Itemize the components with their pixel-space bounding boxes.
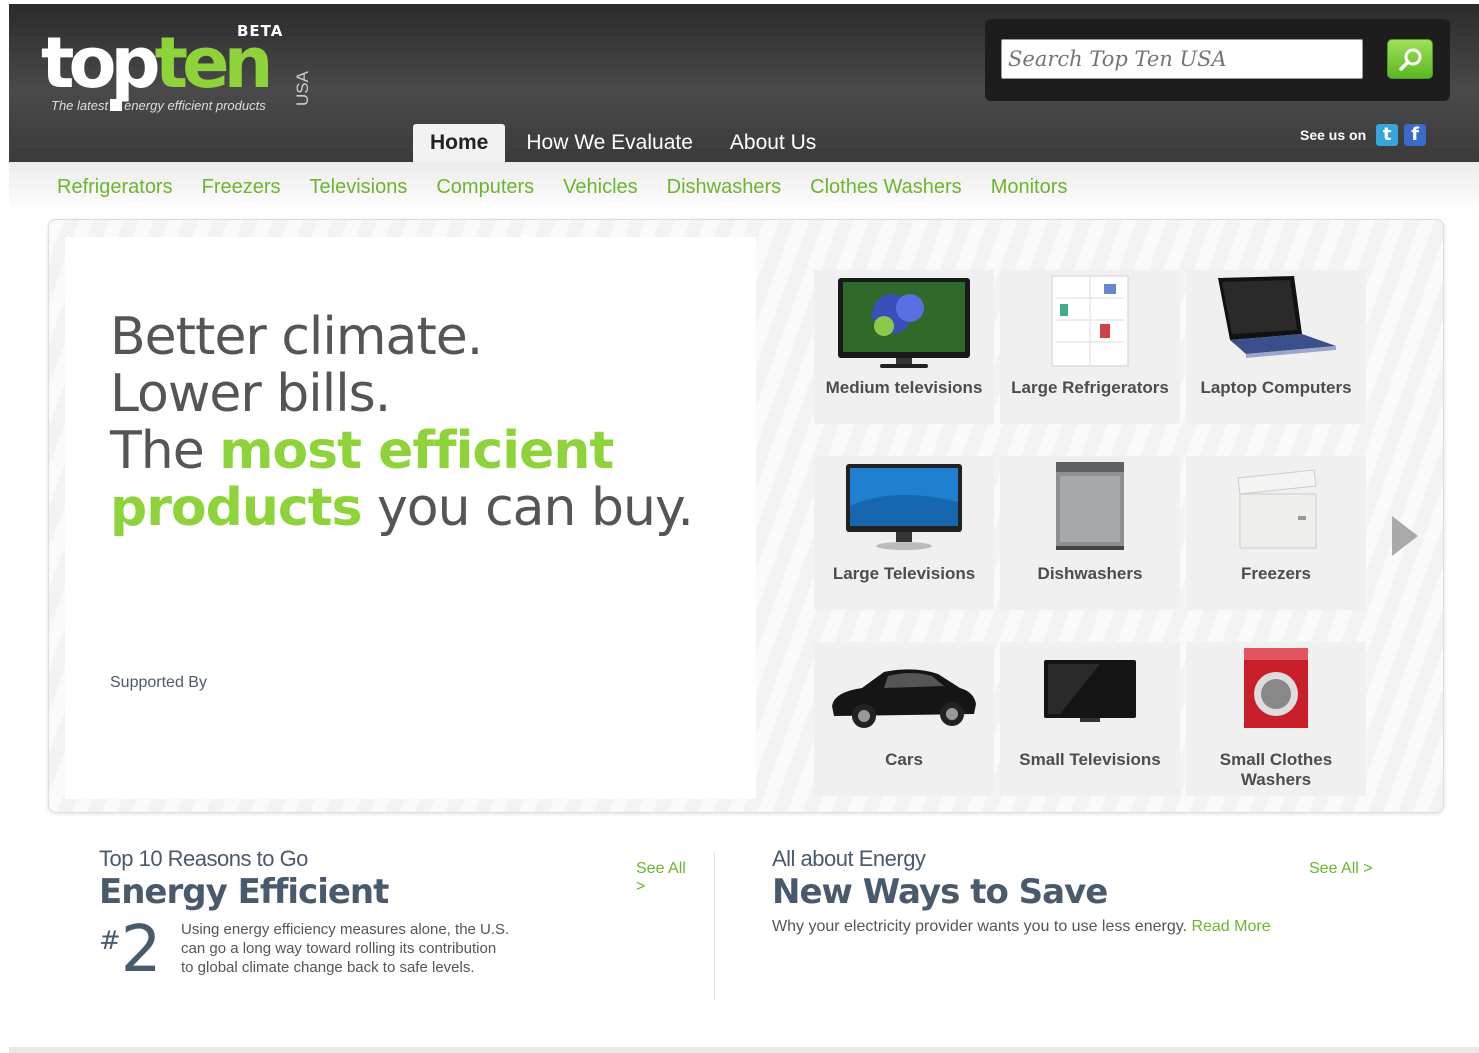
tile-label: Laptop Computers	[1200, 378, 1352, 397]
hero-message: Better climate. Lower bills. The most ef…	[65, 237, 756, 799]
energy-see-all-link[interactable]: See All >	[1309, 860, 1373, 878]
tagline-part-1: The latest	[51, 98, 109, 113]
washer-icon	[1244, 648, 1308, 728]
logo-wordmark: topten	[41, 28, 273, 98]
supported-by-label: Supported By	[110, 674, 207, 691]
headline-line-1: Better climate.	[110, 307, 483, 367]
tile-cars[interactable]: Cars	[814, 642, 994, 796]
headline-the: The	[110, 421, 220, 481]
dishwasher-icon	[1056, 462, 1124, 550]
reason-hash: #	[99, 926, 121, 956]
headline-line-2: Lower bills.	[110, 364, 391, 424]
headline-most-efficient: most efficient	[219, 421, 614, 481]
category-refrigerators[interactable]: Refrigerators	[57, 176, 173, 199]
category-vehicles[interactable]: Vehicles	[563, 176, 638, 199]
category-nav: Refrigerators Freezers Televisions Compu…	[9, 162, 1479, 214]
tile-label: Cars	[885, 750, 923, 769]
reasons-section: Top 10 Reasons to Go Energy Efficient Se…	[99, 846, 699, 1006]
logo-top: top	[41, 22, 161, 104]
tile-label: Large Refrigerators	[1011, 378, 1169, 397]
social-links: See us on t f	[1300, 120, 1427, 150]
read-more-link[interactable]: Read More	[1191, 918, 1270, 935]
tile-small-televisions[interactable]: Small Televisions	[1000, 642, 1180, 796]
category-freezers[interactable]: Freezers	[202, 176, 281, 199]
logo-ten: ten	[154, 22, 274, 104]
section-divider	[714, 852, 715, 1000]
tile-label: Small Televisions	[1019, 750, 1161, 769]
freezer-icon	[1237, 469, 1317, 549]
energy-kicker: All about Energy	[772, 846, 926, 871]
tile-laptop-computers[interactable]: Laptop Computers	[1186, 270, 1366, 424]
energy-description: Why your electricity provider wants you …	[772, 918, 1192, 935]
category-monitors[interactable]: Monitors	[991, 176, 1068, 199]
tagline-mark-icon	[110, 99, 123, 111]
tile-large-refrigerators[interactable]: Large Refrigerators	[1000, 270, 1180, 424]
topten-logo[interactable]: BETA topten USA The latest energy efficie…	[41, 20, 341, 120]
monitor-icon	[846, 464, 962, 550]
car-icon	[832, 669, 976, 728]
main-nav: Home How We Evaluate About Us	[413, 124, 832, 162]
energy-title: New Ways to Save	[772, 872, 1108, 912]
tile-large-televisions[interactable]: Large Televisions	[814, 456, 994, 610]
headline-line-3: The most efficient	[110, 423, 693, 480]
hero-headline: Better climate. Lower bills. The most ef…	[110, 307, 694, 538]
energy-section: All about Energy New Ways to Save See Al…	[772, 846, 1392, 966]
reason-number: #2	[99, 918, 162, 982]
tile-label: Medium televisions	[825, 378, 983, 397]
headline-products: products	[110, 478, 362, 538]
reason-text: Using energy efficiency measures alone, …	[181, 921, 510, 976]
logo-tagline: The latest energy efficient products	[51, 98, 266, 113]
social-label: See us on	[1300, 127, 1367, 143]
small-tv-icon	[1044, 660, 1136, 722]
tagline-part-2: energy efficient products	[124, 98, 266, 113]
tile-small-clothes-washers[interactable]: Small Clothes Washers	[1186, 642, 1366, 796]
laptop-icon	[1218, 276, 1336, 358]
reason-digit: 2	[120, 913, 162, 987]
headline-line-4: products you can buy.	[110, 478, 694, 538]
page: BETA topten USA The latest energy efficie…	[0, 0, 1479, 1053]
reasons-title: Energy Efficient	[99, 872, 389, 912]
headline-you-can-buy: you can buy.	[361, 478, 694, 538]
category-clothes-washers[interactable]: Clothes Washers	[810, 176, 962, 199]
site-header: BETA topten USA The latest energy efficie…	[9, 4, 1479, 162]
facebook-icon[interactable]: f	[1404, 124, 1427, 146]
search-button[interactable]	[1387, 39, 1433, 79]
footer-bar	[9, 1047, 1479, 1053]
reasons-kicker: Top 10 Reasons to Go	[99, 846, 308, 871]
tv-icon	[838, 278, 970, 368]
category-dishwashers[interactable]: Dishwashers	[667, 176, 781, 199]
category-televisions[interactable]: Televisions	[310, 176, 408, 199]
logo-usa: USA	[293, 71, 312, 106]
tab-about-us[interactable]: About Us	[714, 124, 832, 162]
tile-freezers[interactable]: Freezers	[1186, 456, 1366, 610]
tab-home[interactable]: Home	[413, 124, 506, 162]
reasons-see-all-link[interactable]: See All >	[636, 860, 699, 896]
tile-label: Freezers	[1241, 564, 1311, 583]
tile-label: Small Clothes Washers	[1219, 750, 1333, 789]
tile-label: Dishwashers	[1037, 564, 1143, 583]
search-icon	[1399, 48, 1422, 71]
twitter-icon[interactable]: t	[1376, 124, 1399, 146]
category-computers[interactable]: Computers	[436, 176, 534, 199]
tile-label: Large Televisions	[832, 564, 976, 583]
tile-dishwashers[interactable]: Dishwashers	[1000, 456, 1180, 610]
tile-medium-televisions[interactable]: Medium televisions	[814, 270, 994, 424]
tab-how-we-evaluate[interactable]: How We Evaluate	[510, 124, 709, 162]
refrigerator-icon	[1051, 275, 1129, 367]
energy-text: Why your electricity provider wants you …	[772, 918, 1392, 936]
next-arrow-icon[interactable]	[1392, 516, 1418, 556]
product-grid: Medium televisions Large Refrigerators L…	[814, 270, 1366, 815]
hero-panel: Better climate. Lower bills. The most ef…	[48, 219, 1444, 813]
search-input[interactable]	[1001, 39, 1363, 79]
search-panel	[985, 19, 1450, 101]
